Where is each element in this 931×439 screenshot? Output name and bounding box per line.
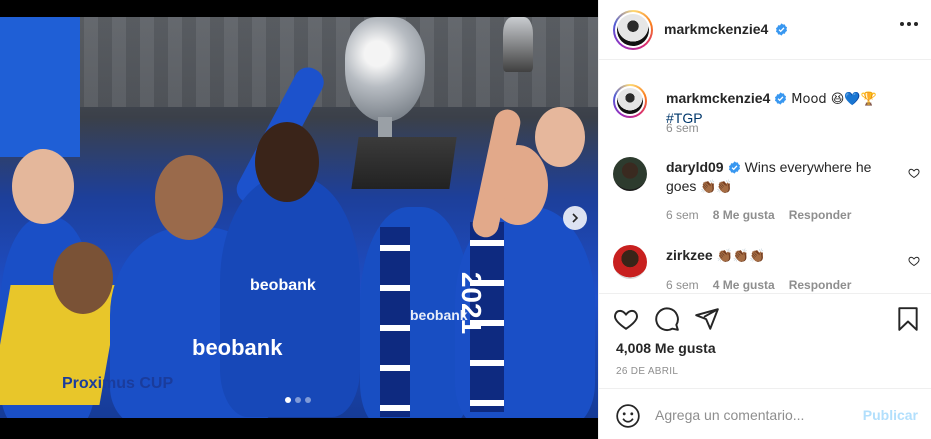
post-photo: beobank beobank beobank Proximus CUP 202…	[0, 17, 598, 418]
verified-badge-icon	[728, 161, 740, 174]
heart-icon[interactable]	[908, 167, 920, 179]
caption-time[interactable]: 6 sem	[666, 121, 699, 135]
post-actions: 4,008 Me gusta 26 DE ABRIL	[599, 293, 931, 388]
reply-button[interactable]: Responder	[789, 208, 852, 222]
comment-likes[interactable]: 8 Me gusta	[713, 208, 775, 222]
trophy-cup	[345, 17, 425, 122]
avatar-image	[617, 14, 649, 46]
verified-badge-icon	[776, 23, 788, 36]
more-options-button[interactable]	[900, 22, 918, 26]
comment-username[interactable]: daryld09	[666, 159, 724, 175]
comment-meta: 6 sem 4 Me gusta Responder	[666, 278, 851, 292]
caption-avatar[interactable]	[613, 84, 647, 118]
bookmark-icon[interactable]	[895, 306, 921, 332]
more-dot	[900, 22, 904, 26]
caption-body: Mood 😆💙🏆	[791, 92, 877, 107]
comment-avatar[interactable]	[613, 157, 647, 191]
comment-username[interactable]: zirkzee	[666, 247, 713, 263]
more-dot	[907, 22, 911, 26]
comment-avatar[interactable]	[613, 245, 647, 279]
sponsor-text: beobank	[250, 277, 316, 294]
carousel-indicator	[285, 397, 311, 403]
caption-text: markmckenzie4 Mood 😆💙🏆#TGP	[666, 89, 902, 128]
verified-badge-icon	[775, 92, 787, 105]
comment-meta: 6 sem 8 Me gusta Responder	[666, 208, 851, 222]
add-comment-bar: Publicar	[599, 388, 931, 439]
sponsor-text: beobank	[192, 335, 283, 360]
avatar-image	[617, 88, 643, 114]
player-head	[255, 122, 319, 202]
comment-icon[interactable]	[654, 306, 680, 332]
next-slide-button[interactable]	[563, 206, 587, 230]
player-head	[53, 242, 113, 314]
carousel-dot	[295, 397, 301, 403]
carousel-dot	[305, 397, 311, 403]
header-username[interactable]: markmckenzie4	[664, 21, 788, 37]
likes-count[interactable]: 4,008 Me gusta	[616, 340, 716, 356]
blue-banner	[0, 17, 80, 157]
avatar[interactable]	[613, 10, 653, 50]
post-header: markmckenzie4	[599, 0, 931, 60]
sponsor-text: 2021	[456, 271, 488, 335]
post-date[interactable]: 26 DE ABRIL	[616, 366, 678, 377]
emoji-smile-icon[interactable]	[615, 403, 641, 429]
publish-button[interactable]: Publicar	[863, 407, 918, 423]
comment-input[interactable]	[655, 403, 855, 427]
post-media[interactable]: beobank beobank beobank Proximus CUP 202…	[0, 0, 598, 439]
heart-icon[interactable]	[908, 255, 920, 267]
caption-meta: 6 sem	[666, 121, 699, 135]
comment-time[interactable]: 6 sem	[666, 278, 699, 292]
trophy-base	[351, 137, 457, 189]
player-head	[535, 107, 585, 167]
post-side-panel: markmckenzie4 markmckenzie4 Mood 😆💙🏆#TGP	[598, 0, 931, 439]
small-trophy	[503, 17, 533, 72]
player-figure	[220, 177, 360, 417]
comments-list[interactable]: markmckenzie4 Mood 😆💙🏆#TGP 6 sem daryld0…	[599, 61, 931, 292]
comment-time[interactable]: 6 sem	[666, 208, 699, 222]
paper-plane-icon[interactable]	[694, 306, 720, 332]
chevron-right-icon	[572, 213, 579, 223]
comment-emoji: 👏🏾👏🏾👏🏾	[716, 249, 766, 264]
more-dot	[914, 22, 918, 26]
player-head	[155, 155, 223, 240]
comment-likes[interactable]: 4 Me gusta	[713, 278, 775, 292]
sponsor-text: Proximus CUP	[62, 375, 174, 392]
comment-text: zirkzee 👏🏾👏🏾👏🏾	[666, 246, 902, 266]
heart-icon[interactable]	[613, 306, 639, 332]
scarf	[380, 227, 410, 417]
comment-text: daryld09 Wins everywhere he goes 👏🏾👏🏾	[666, 158, 902, 197]
carousel-dot	[285, 397, 291, 403]
reply-button[interactable]: Responder	[789, 278, 852, 292]
caption-username[interactable]: markmckenzie4	[666, 90, 770, 106]
username-text[interactable]: markmckenzie4	[664, 21, 768, 37]
comment-emoji: 👏🏾👏🏾	[700, 180, 733, 195]
player-head	[12, 149, 74, 224]
